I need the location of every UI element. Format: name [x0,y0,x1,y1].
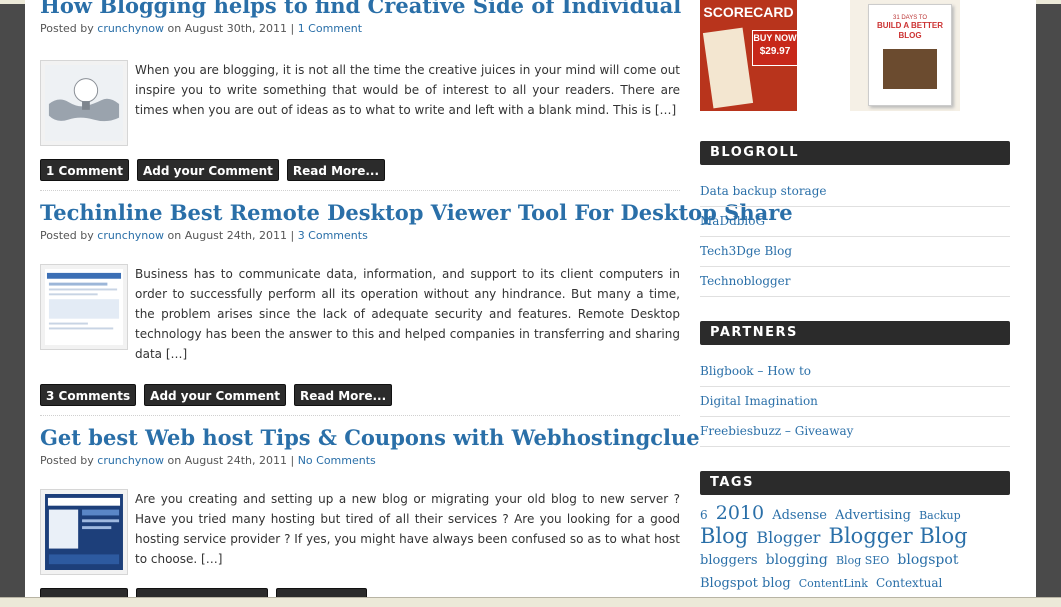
post-date: on August 30th, 2011 | [167,22,295,35]
post-actions: 3 Comments Add your Comment Read More... [40,384,400,408]
tag-link[interactable]: Contextual [876,576,942,590]
post-thumbnail[interactable] [40,264,128,350]
posted-by-label: Posted by [40,229,94,242]
author-link[interactable]: crunchynow [97,22,164,35]
post-divider [40,190,680,191]
comments-link[interactable]: 3 Comments [298,229,368,242]
tag-link[interactable]: Blogger [756,528,820,547]
posted-by-label: Posted by [40,22,94,35]
excerpt-text: When you are blogging, it is not all the… [135,63,680,117]
comments-button[interactable]: 3 Comments [40,384,137,406]
add-comment-button[interactable]: Add your Comment [144,384,286,406]
tag-link[interactable]: Backup [919,509,961,522]
comments-link[interactable]: 1 Comment [298,22,362,35]
post-actions-cutoff [40,588,375,597]
tag-link[interactable]: Blog SEO [836,554,889,567]
blogroll-link[interactable]: Tech3Dge Blog [700,237,1010,267]
better-blog-ad[interactable]: 31 DAYS TO BUILD A BETTER BLOG [850,0,960,111]
comments-button[interactable]: 1 Comment [40,159,130,181]
tag-link[interactable]: Blog [700,524,748,548]
tag-link[interactable]: Advertising [835,508,911,523]
sidebar: SCORECARD BUY NOW $29.97 31 DAYS TO BUIL… [700,0,1010,591]
read-more-button[interactable]: Read More... [286,159,386,181]
read-more-button[interactable] [276,588,367,597]
screenshot-image [45,269,123,345]
buy-now-label: BUY NOW [753,33,797,43]
blogroll-link[interactable]: Data backup storage [700,177,1010,207]
price-label: $29.97 [759,46,791,57]
tag-link[interactable]: blogging [766,552,828,568]
post-date: on August 24th, 2011 | [167,229,295,242]
tags-widget: TAGS 6 2010 Adsense Advertising Backup B… [700,471,1010,597]
webhosting-screenshot-image [45,494,123,570]
post-meta: Posted by crunchynow on August 24th, 201… [40,229,680,242]
book-photo [883,49,937,89]
comments-button[interactable] [40,588,128,597]
partner-link[interactable]: Freebiesbuzz – Giveaway [700,417,1010,447]
post-title-link[interactable]: Techinline Best Remote Desktop Viewer To… [40,200,793,226]
tag-link[interactable]: ContentLink [799,577,868,590]
book-title: BUILD A BETTER BLOG [876,21,944,40]
ad-book-image [702,27,754,109]
blogroll-link[interactable]: MaDdbloG [700,207,1010,237]
widget-heading: PARTNERS [700,321,1010,345]
comments-link[interactable]: No Comments [298,454,376,467]
excerpt-text: Are you creating and setting up a new bl… [135,492,680,566]
buy-now-badge: BUY NOW $29.97 [752,30,797,66]
post-meta: Posted by crunchynow on August 24th, 201… [40,454,680,467]
post-meta: Posted by crunchynow on August 30th, 201… [40,22,680,35]
post-title-link[interactable]: How Blogging helps to find Creative Side… [40,0,681,19]
tag-link[interactable]: bloggers [700,553,758,568]
book-cover-image: 31 DAYS TO BUILD A BETTER BLOG [868,4,952,106]
tag-cloud: 6 2010 Adsense Advertising Backup Blog B… [700,503,1010,597]
scorecard-ad[interactable]: SCORECARD BUY NOW $29.97 [700,0,797,111]
blogroll-widget: BLOGROLL Data backup storage MaDdbloG Te… [700,141,1010,297]
partner-link[interactable]: Digital Imagination [700,387,1010,417]
author-link[interactable]: crunchynow [97,229,164,242]
partners-widget: PARTNERS Bligbook – How to Digital Imagi… [700,321,1010,447]
ad-area: SCORECARD BUY NOW $29.97 31 DAYS TO BUIL… [700,0,1010,120]
tag-link[interactable]: 2010 [716,502,764,524]
posted-by-label: Posted by [40,454,94,467]
tag-link[interactable]: blogspot [897,552,958,568]
post-thumbnail[interactable] [40,489,128,575]
tag-link[interactable]: Blogger Blog [829,524,968,548]
excerpt-text: Business has to communicate data, inform… [135,267,680,361]
tag-link[interactable]: Blogspot blog [700,576,791,591]
ad-title: SCORECARD [703,4,794,20]
post-actions: 1 Comment Add your Comment Read More... [40,159,393,183]
add-comment-button[interactable]: Add your Comment [137,159,279,181]
post-divider [40,415,680,416]
post-title-link[interactable]: Get best Web host Tips & Coupons with We… [40,425,700,451]
widget-heading: BLOGROLL [700,141,1010,165]
post-thumbnail[interactable] [40,60,128,146]
widget-heading: TAGS [700,471,1010,495]
post: Get best Web host Tips & Coupons with We… [40,425,700,467]
add-comment-button[interactable] [136,588,268,597]
partner-link[interactable]: Bligbook – How to [700,357,1010,387]
author-link[interactable]: crunchynow [97,454,164,467]
tag-link[interactable]: Adsense [772,508,827,523]
post: How Blogging helps to find Creative Side… [40,0,681,35]
page-content: How Blogging helps to find Creative Side… [25,0,1036,597]
post-date: on August 24th, 2011 | [167,454,295,467]
post: Techinline Best Remote Desktop Viewer To… [40,200,793,242]
world-map-lightbulb-image [45,65,123,141]
read-more-button[interactable]: Read More... [293,384,393,406]
tag-link[interactable]: 6 [700,508,708,522]
blogroll-link[interactable]: Technoblogger [700,267,1010,297]
